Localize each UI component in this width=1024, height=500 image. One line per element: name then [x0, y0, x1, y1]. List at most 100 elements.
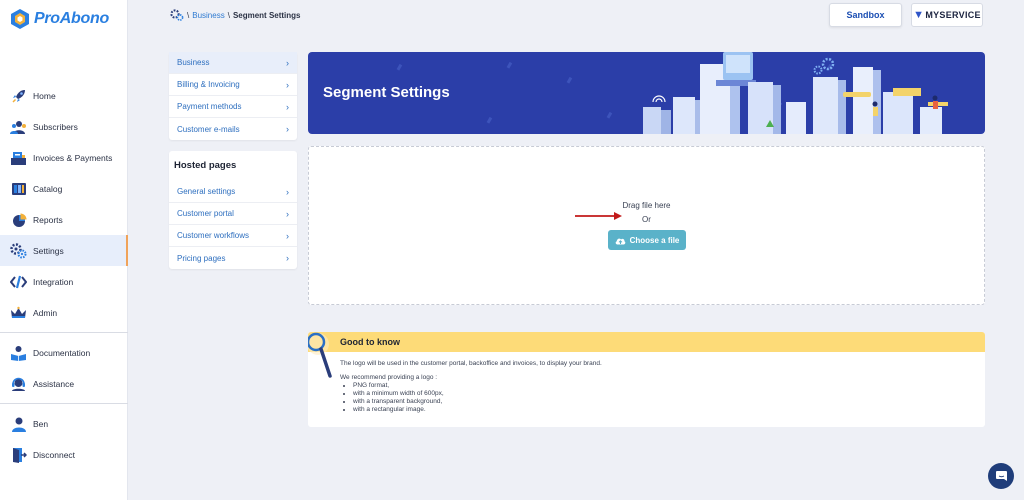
breadcrumb: \ Business \ Segment Settings: [170, 9, 301, 21]
menu-item-customer-portal[interactable]: Customer portal ›: [169, 203, 297, 225]
menu-item-payment-methods[interactable]: Payment methods ›: [169, 96, 297, 118]
nav-settings[interactable]: Settings: [0, 235, 128, 266]
headset-icon: [10, 375, 27, 392]
sidebar-divider: [0, 332, 128, 333]
nav-label: Disconnect: [33, 449, 76, 460]
gears-icon: [10, 242, 27, 259]
chevron-right-icon: ›: [286, 253, 289, 263]
chevron-right-icon: ›: [286, 208, 289, 219]
sidebar: ProAbono Home Subscribers Invoices & Pay…: [0, 0, 128, 500]
nav-label: Integration: [33, 276, 74, 287]
chevron-right-icon: ›: [286, 124, 289, 134]
info-lead: We recommend providing a logo :: [340, 374, 438, 381]
nav-assistance[interactable]: Assistance: [0, 368, 128, 399]
main-nav: Home Subscribers Invoices & Payments Cat…: [0, 80, 128, 470]
magnifier-icon: [308, 332, 332, 378]
nav-label: Subscribers: [33, 121, 78, 132]
nav-admin[interactable]: Admin: [0, 297, 128, 328]
brand-name: MYSERVICE: [925, 10, 981, 20]
hosted-pages-title: Hosted pages: [174, 160, 237, 171]
menu-item-customer-emails[interactable]: Customer e-mails ›: [169, 118, 297, 140]
nav-label: Assistance: [33, 378, 75, 389]
or-text: Or: [642, 215, 651, 224]
breadcrumb-current: Segment Settings: [232, 10, 301, 20]
info-bullet: PNG format,: [353, 382, 985, 390]
nav-label: Catalog: [33, 183, 63, 194]
menu-item-label: Billing & Invoicing: [177, 80, 240, 89]
nav-user[interactable]: Ben: [0, 408, 128, 439]
door-icon: [10, 446, 27, 463]
page-banner: Segment Settings: [308, 52, 985, 134]
logo-text: ProAbono: [34, 10, 109, 27]
menu-item-pricing-pages[interactable]: Pricing pages ›: [169, 247, 297, 269]
chat-bubble-icon: [995, 471, 1007, 481]
users-icon: [10, 118, 27, 135]
cloud-upload-icon: [615, 238, 625, 244]
menu-item-business[interactable]: Business ›: [169, 52, 297, 74]
nav-label: Reports: [33, 214, 63, 225]
chevron-right-icon: ›: [286, 186, 289, 197]
sidebar-divider: [0, 403, 128, 404]
user-icon: [10, 415, 27, 432]
nav-subscribers[interactable]: Subscribers: [0, 111, 128, 142]
good-to-know-title: Good to know: [308, 332, 985, 352]
menu-item-label: Business: [177, 58, 210, 67]
breadcrumb-separator: \: [187, 10, 190, 20]
menu-item-label: Payment methods: [177, 102, 242, 111]
chat-button[interactable]: [988, 463, 1014, 489]
menu-item-label: Customer e-mails: [177, 124, 240, 134]
nav-catalog[interactable]: Catalog: [0, 173, 128, 204]
sandbox-button[interactable]: Sandbox: [829, 3, 902, 27]
info-bullet: with a rectangular image.: [353, 406, 985, 414]
drag-file-text: Drag file here: [622, 201, 671, 210]
nav-label: Invoices & Payments: [33, 152, 113, 163]
business-menu: Business › Billing & Invoicing › Payment m…: [169, 52, 297, 140]
nav-integration[interactable]: Integration: [0, 266, 128, 297]
menu-item-label: General settings: [177, 187, 236, 196]
good-to-know-body: The logo will be used in the customer po…: [308, 352, 985, 414]
menu-item-label: Customer portal: [177, 209, 234, 218]
nav-documentation[interactable]: Documentation: [0, 337, 128, 368]
nav-label: Settings: [33, 245, 64, 256]
file-dropzone[interactable]: Drag file here Or Choose a file: [308, 146, 985, 305]
menu-item-label: Customer workflows: [177, 231, 250, 240]
choose-file-label: Choose a file: [629, 235, 680, 245]
pie-chart-icon: [10, 211, 27, 228]
nav-label: Ben: [33, 418, 49, 429]
app-logo[interactable]: ProAbono: [10, 8, 109, 30]
account-brand-button[interactable]: ▼ MYSERVICE: [911, 3, 983, 27]
gears-icon: [170, 9, 184, 21]
rocket-icon: [10, 87, 27, 104]
reader-icon: [10, 344, 27, 361]
nav-reports[interactable]: Reports: [0, 204, 128, 235]
chevron-right-icon: ›: [286, 57, 289, 68]
choose-file-button[interactable]: Choose a file: [608, 230, 686, 250]
chevron-right-icon: ›: [286, 79, 289, 90]
logo-icon: [11, 9, 29, 29]
nav-home[interactable]: Home: [0, 80, 128, 111]
info-intro: The logo will be used in the customer po…: [340, 360, 602, 367]
info-list: PNG format, with a minimum width of 600p…: [340, 382, 985, 414]
hosted-pages-menu: Hosted pages General settings › Customer …: [169, 151, 297, 269]
menu-item-customer-workflows[interactable]: Customer workflows ›: [169, 225, 297, 247]
info-bullet: with a transparent background,: [353, 398, 985, 406]
chevron-right-icon: ›: [286, 230, 289, 241]
menu-item-billing-invoicing[interactable]: Billing & Invoicing ›: [169, 74, 297, 96]
chevron-right-icon: ›: [286, 101, 289, 112]
info-bullet: with a minimum width of 600px,: [353, 390, 985, 398]
nav-label: Home: [33, 90, 56, 101]
menu-item-general-settings[interactable]: General settings ›: [169, 181, 297, 203]
code-icon: [10, 273, 27, 290]
crown-icon: [10, 304, 27, 321]
nav-disconnect[interactable]: Disconnect: [0, 439, 128, 470]
nav-invoices-payments[interactable]: Invoices & Payments: [0, 142, 128, 173]
page-title: Segment Settings: [323, 84, 450, 101]
nav-label: Admin: [33, 307, 58, 318]
cash-register-icon: [10, 149, 27, 166]
nav-label: Documentation: [33, 347, 91, 358]
brand-logo-icon: ▼: [913, 9, 925, 21]
menu-item-label: Pricing pages: [177, 253, 226, 263]
breadcrumb-link-business[interactable]: Business: [192, 11, 224, 20]
good-to-know-box: Good to know The logo will be used in th…: [308, 332, 985, 427]
breadcrumb-separator: \: [227, 10, 230, 20]
